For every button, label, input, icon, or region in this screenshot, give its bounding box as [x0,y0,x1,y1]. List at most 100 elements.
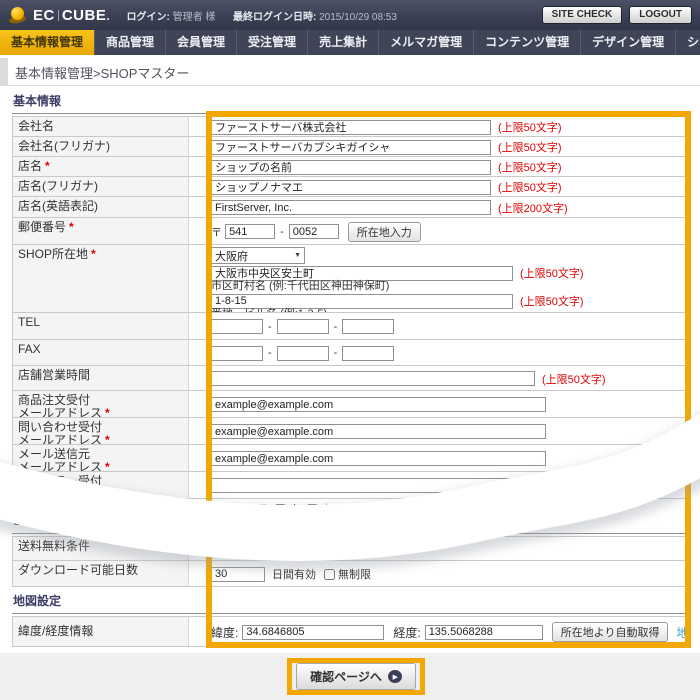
app-header: EC CUBE . ログイン: 管理者 様 最終ログイン日時: 2015/10/… [0,0,700,30]
tab-members[interactable]: 会員管理 [166,30,238,55]
company-name-label: 会社名 [13,117,189,136]
fax-separator: - [333,347,338,359]
last-login-label: 最終ログイン日時: [232,11,317,23]
shop-english-label: 店名(英語表記) [13,197,189,217]
tab-basic-info[interactable]: 基本情報管理 [0,30,96,55]
unlimited-checkbox[interactable] [324,568,335,580]
tel-separator: - [268,320,272,333]
download-days-suffix: 日間有効 [272,569,316,581]
shop-name-input[interactable] [211,159,491,175]
order-email-input[interactable] [211,397,546,412]
shop-kana-input[interactable] [211,179,491,195]
set-on-map-link[interactable]: 地図で設定 [676,624,687,641]
auto-fetch-button[interactable]: 所在地より自動取得 [551,622,669,642]
limit-note: (上限50文字) [542,373,606,386]
order-email-label: 商品注文受付 メールアドレス * [13,391,189,417]
tel3-input[interactable] [342,319,395,334]
contact-email-label: 問い合わせ受付 メールアドレス * [13,418,189,444]
row-business-hours: 店舗営業時間 (上限50文字) [13,366,687,391]
breadcrumb-bar: 基本情報管理>SHOPマスター [0,55,700,86]
arrow-circle-icon: ▶ [387,670,402,683]
tel2-input[interactable] [276,319,329,334]
zipcode2-input[interactable] [288,224,339,239]
sender-email-label: メール送信元 メールアドレス * [13,445,189,471]
row-sender-email: メール送信元 メールアドレス * [13,445,687,472]
breadcrumb: 基本情報管理>SHOPマスター [15,66,190,81]
logout-button[interactable]: LOGOUT [629,6,692,24]
download-days-input[interactable] [211,566,265,582]
eccube-admin-page: EC CUBE . ログイン: 管理者 様 最終ログイン日時: 2015/10/… [0,0,700,700]
required-mark: * [45,159,50,173]
address-street-input[interactable] [211,293,513,309]
confirm-page-button[interactable]: 確認ページへ ▶ [296,663,416,690]
basic-info-table: 会社名 (上限50文字) 会社名(フリガナ) (上限50文字) 店名* (上限5… [12,116,688,535]
shop-functions-table: 送料無料条件 円以上購入時無料 ダウンロード可能日数 日間有効 無制限 [12,536,688,587]
shop-english-input[interactable] [211,200,491,215]
company-kana-label: 会社名(フリガナ) [13,137,189,156]
tel-label: TEL [13,313,189,339]
business-hours-input[interactable] [211,371,535,386]
company-name-input[interactable] [211,119,491,135]
tab-design[interactable]: デザイン管理 [581,30,677,55]
login-user: 管理者 様 [172,11,216,23]
limit-note: (上限50文字) [498,122,562,134]
required-mark: * [91,247,96,261]
tab-sales[interactable]: 売上集計 [308,30,380,55]
fax-label: FAX [13,340,189,365]
prefecture-select[interactable]: 大阪府 ▼ [211,247,305,264]
site-check-button[interactable]: SITE CHECK [541,6,623,24]
error-email-input[interactable] [211,478,546,493]
fax2-input[interactable] [276,345,329,361]
longitude-input[interactable] [424,624,543,640]
required-mark: * [105,487,110,499]
limit-note: (上限200文字) [498,202,568,215]
eccube-logo: EC CUBE . [8,6,111,25]
required-mark: * [105,460,110,472]
free-shipping-label: 送料無料条件 [13,537,189,560]
main-nav: 基本情報管理 商品管理 会員管理 受注管理 売上集計 メルマガ管理 コンテンツ管… [0,30,700,55]
tab-system[interactable]: システム設定 [676,30,700,55]
shop-kana-label: 店名(フリガナ) [13,177,189,196]
unlimited-option[interactable]: 無制限 [324,566,371,582]
sender-email-input[interactable] [211,451,546,466]
latitude-label: 緯度: [211,625,239,640]
download-days-label: ダウンロード可能日数 [13,561,189,586]
error-email-label: 送信エラー受付 メールアドレス * [13,472,189,498]
logo-text: EC CUBE . [33,6,111,24]
company-kana-input[interactable] [211,139,491,155]
fax-separator: - [268,347,272,359]
row-zipcode: 郵便番号* 〒 - 所在地入力 [13,218,687,245]
section-basic-heading: 基本情報 [12,92,688,114]
free-shipping-input[interactable] [211,541,265,557]
lat-lng-label: 緯度/経度情報 [13,617,189,646]
required-mark: * [105,433,110,445]
free-shipping-suffix: 円以上購入時無料 [272,544,360,556]
chevron-down-icon: ▼ [294,252,301,259]
limit-note: (上限50文字) [520,296,584,308]
tab-products[interactable]: 商品管理 [95,30,167,55]
row-company-kana: 会社名(フリガナ) (上限50文字) [13,137,687,157]
section-shop-functions: SHOP機能 送料無料条件 円以上購入時無料 ダウンロード可能日数 日間有効 無… [12,512,688,587]
address-city-input[interactable] [211,265,513,281]
tel-separator: - [333,320,338,333]
latitude-input[interactable] [242,624,385,640]
fax3-input[interactable] [342,345,395,361]
row-shop-kana: 店名(フリガナ) (上限50文字) [13,177,687,197]
zipcode1-input[interactable] [225,224,276,239]
address-lookup-button[interactable]: 所在地入力 [347,221,421,242]
section-func-heading: SHOP機能 [12,512,688,534]
row-fax: FAX - - [13,340,687,366]
tab-contents[interactable]: コンテンツ管理 [474,30,582,55]
tel1-input[interactable] [211,319,263,334]
row-order-email: 商品注文受付 メールアドレス * [13,391,687,418]
row-error-email: 送信エラー受付 メールアドレス * [13,472,687,499]
tab-mailmagazine[interactable]: メルマガ管理 [379,30,475,55]
last-login-value: 2015/10/29 08:53 [319,11,397,23]
row-contact-email: 問い合わせ受付 メールアドレス * [13,418,687,445]
contact-email-input[interactable] [211,424,546,439]
login-info: ログイン: 管理者 様 最終ログイン日時: 2015/10/29 08:53 [126,8,396,23]
section-basic-info: 基本情報 会社名 (上限50文字) 会社名(フリガナ) (上限50文字) 店名* [12,92,688,535]
fax1-input[interactable] [211,345,263,361]
address-city-help: 市区町村名 (例:千代田区神田神保町) [211,280,390,292]
tab-orders[interactable]: 受注管理 [237,30,309,55]
